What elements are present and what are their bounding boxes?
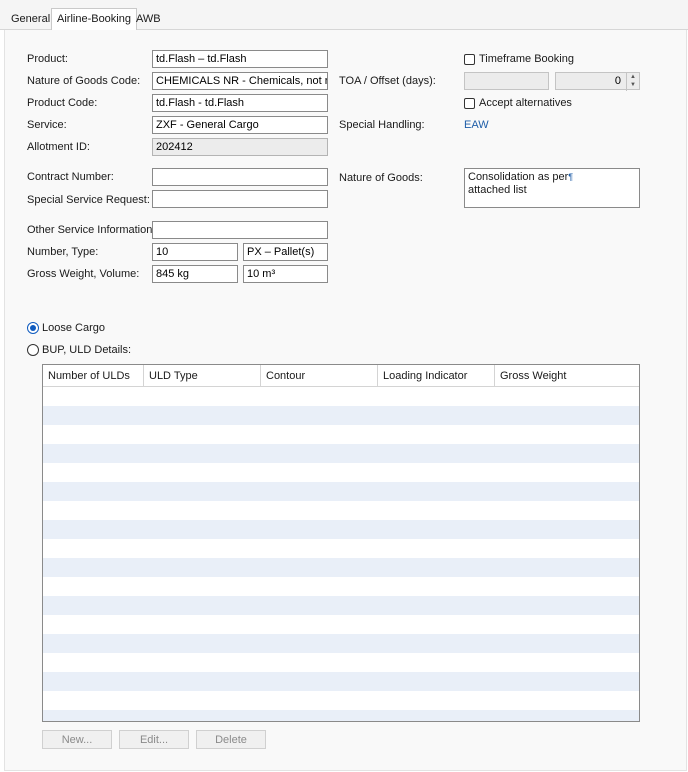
spin-up-icon[interactable]: ▲ [627,73,639,81]
col-number-of-ulds[interactable]: Number of ULDs [43,365,144,387]
product-code-label: Product Code: [27,97,98,109]
service-input[interactable]: ZXF - General Cargo [152,116,328,134]
new-button[interactable]: New... [42,730,112,749]
col-gross-weight[interactable]: Gross Weight [495,365,639,387]
weight-input[interactable]: 845 kg [152,265,238,283]
nature-goods-line2: attached list [468,184,527,196]
tab-bar: General Airline-Booking AWB [0,0,688,31]
delete-button[interactable]: Delete [196,730,266,749]
ssr-input[interactable] [152,190,328,208]
loose-cargo-radio[interactable] [27,322,39,334]
empty-grid-row [43,501,639,520]
type-input[interactable]: PX – Pallet(s) [243,243,328,261]
number-input[interactable]: 10 [152,243,238,261]
product-code-input[interactable]: td.Flash - td.Flash [152,94,328,112]
empty-grid-row [43,425,639,444]
volume-input[interactable]: 10 m³ [243,265,328,283]
empty-grid-row [43,520,639,539]
tab-general[interactable]: General [6,11,55,30]
toa-label: TOA / Offset (days): [339,75,436,87]
empty-grid-row [43,539,639,558]
empty-grid-row [43,406,639,425]
accept-alternatives-checkbox[interactable] [464,98,475,109]
empty-grid-row [43,387,639,406]
nature-goods-line1: Consolidation as per [468,171,569,183]
bup-label: BUP, ULD Details: [42,344,132,356]
empty-grid-row [43,634,639,653]
col-contour[interactable]: Contour [261,365,378,387]
tab-airline-booking[interactable]: Airline-Booking [51,8,137,31]
nature-code-label: Nature of Goods Code: [27,75,141,87]
tab-awb[interactable]: AWB [131,11,166,30]
number-type-label: Number, Type: [27,246,99,258]
empty-grid-row [43,691,639,710]
loose-cargo-label: Loose Cargo [42,322,105,334]
uld-grid[interactable]: Number of ULDs ULD Type Contour Loading … [42,364,640,722]
allotment-label: Allotment ID: [27,141,90,153]
grid-header: Number of ULDs ULD Type Contour Loading … [43,365,639,387]
timeframe-label: Timeframe Booking [479,53,574,65]
empty-grid-row [43,596,639,615]
nature-goods-label: Nature of Goods: [339,172,423,184]
empty-grid-row [43,615,639,634]
empty-grid-row [43,653,639,672]
ssr-label: Special Service Request: [27,194,150,206]
nature-code-input[interactable]: CHEMICALS NR - Chemicals, not restr [152,72,328,90]
edit-button[interactable]: Edit... [119,730,189,749]
empty-grid-row [43,463,639,482]
timeframe-checkbox[interactable] [464,54,475,65]
pilcrow-icon: ¶ [568,172,574,182]
col-uld-type[interactable]: ULD Type [144,365,261,387]
empty-grid-row [43,558,639,577]
empty-grid-row [43,710,639,721]
product-input[interactable]: td.Flash – td.Flash [152,50,328,68]
empty-grid-row [43,444,639,463]
special-handling-link[interactable]: EAW [464,119,489,131]
osi-label: Other Service Information: [27,224,156,236]
accept-alternatives-label: Accept alternatives [479,97,572,109]
spin-down-icon[interactable]: ▼ [627,81,639,89]
allotment-input[interactable]: 202412 [152,138,328,156]
special-handling-label: Special Handling: [339,119,425,131]
osi-input[interactable] [152,221,328,239]
nature-goods-textarea[interactable]: Consolidation as per¶ attached list [464,168,640,208]
product-label: Product: [27,53,68,65]
empty-grid-row [43,577,639,596]
col-loading-indicator[interactable]: Loading Indicator [378,365,495,387]
contract-input[interactable] [152,168,328,186]
empty-grid-row [43,672,639,691]
offset-spinner[interactable]: ▲ ▼ [626,73,639,91]
service-label: Service: [27,119,67,131]
empty-grid-row [43,482,639,501]
toa-date-input[interactable] [464,72,549,90]
gross-label: Gross Weight, Volume: [27,268,140,280]
bup-radio[interactable] [27,344,39,356]
contract-label: Contract Number: [27,171,114,183]
